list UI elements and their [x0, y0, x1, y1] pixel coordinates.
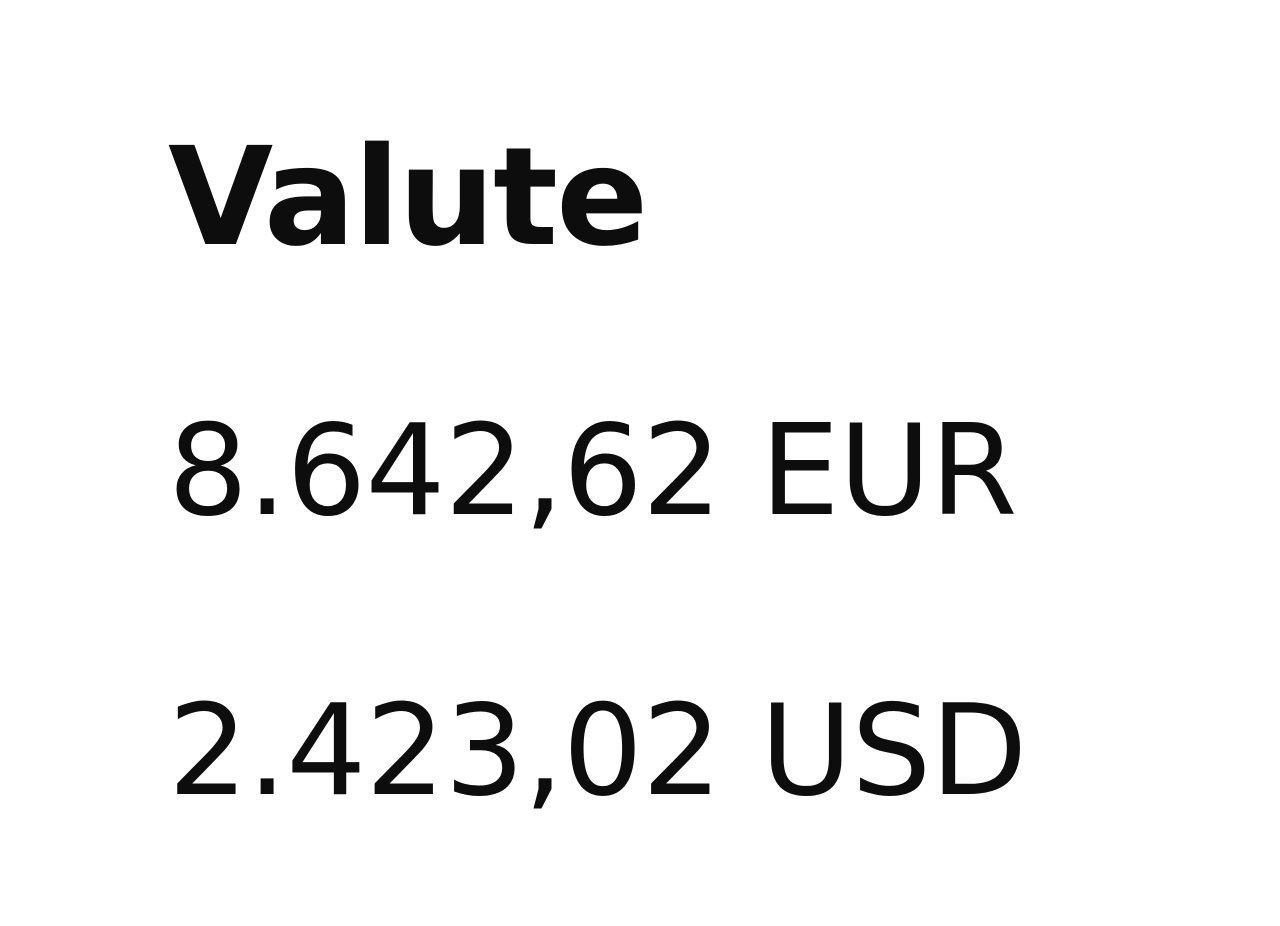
- section-title: Valute: [168, 119, 648, 277]
- balance-usd[interactable]: 2.423,02 USD: [168, 676, 1168, 826]
- currency-balances-panel: Valute 8.642,62 EUR 2.423,02 USD: [168, 118, 1168, 826]
- balance-eur[interactable]: 8.642,62 EUR: [168, 396, 1168, 546]
